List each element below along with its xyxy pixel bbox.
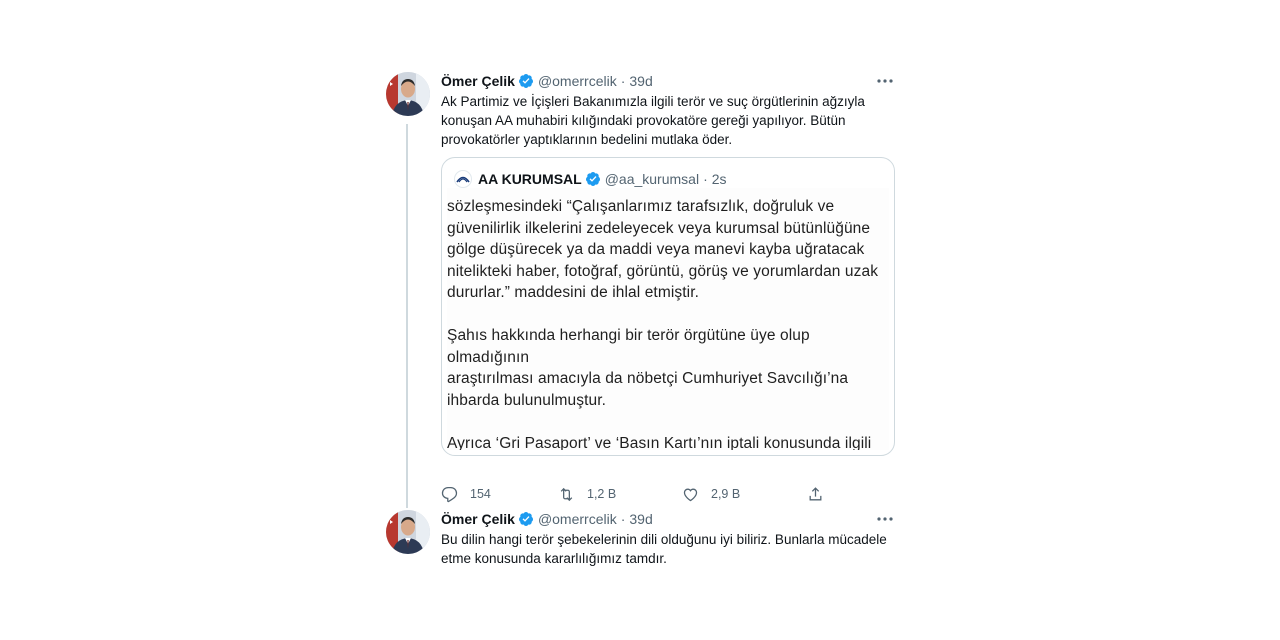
tweet[interactable]: Ömer Çelik @omerrcelik · 39d Ak Partimiz… xyxy=(386,72,898,512)
tweet-actions: 154 1,2 B 2,9 B xyxy=(441,484,841,504)
quoted-tweet-header: AA KURUMSAL @aa_kurumsal · 2s xyxy=(454,170,727,188)
reply-button[interactable]: 154 xyxy=(441,484,491,504)
tweet[interactable]: Ömer Çelik @omerrcelik · 39d Bu dilin ha… xyxy=(386,510,898,580)
heart-icon xyxy=(683,488,698,501)
avatar[interactable] xyxy=(386,72,430,116)
more-options-icon[interactable] xyxy=(874,71,896,91)
tweet-timestamp[interactable]: 39d xyxy=(629,73,652,89)
separator-dot: · xyxy=(620,73,626,89)
retweet-button[interactable]: 1,2 B xyxy=(558,484,616,504)
author-name[interactable]: Ömer Çelik xyxy=(441,511,515,527)
share-button[interactable] xyxy=(807,484,824,504)
author-handle[interactable]: @omerrcelik xyxy=(538,511,617,527)
avatar[interactable] xyxy=(386,510,430,554)
statement-image-text: sözleşmesindeki “Çalışanlarımız tarafsız… xyxy=(447,198,879,450)
quoted-author-handle[interactable]: @aa_kurumsal xyxy=(605,171,699,187)
retweet-count: 1,2 B xyxy=(587,487,617,501)
verified-badge-icon xyxy=(585,172,600,186)
avatar-image xyxy=(386,72,430,116)
reply-count: 154 xyxy=(470,487,491,501)
verified-badge-icon xyxy=(518,74,533,88)
quoted-tweet-timestamp[interactable]: 2s xyxy=(712,171,727,187)
tweet-text: Ak Partimiz ve İçişleri Bakanımızla ilgi… xyxy=(441,94,865,147)
quoted-author-name[interactable]: AA KURUMSAL xyxy=(478,171,582,187)
separator-dot: · xyxy=(620,511,626,527)
tweet-timestamp[interactable]: 39d xyxy=(629,511,652,527)
quoted-tweet-card[interactable]: AA KURUMSAL @aa_kurumsal · 2s sözleşmesi… xyxy=(441,157,895,456)
tweet-text: Bu dilin hangi terör şebekelerinin dili … xyxy=(441,532,887,566)
verified-badge-icon xyxy=(518,512,533,526)
retweet-icon xyxy=(560,487,573,501)
author-name[interactable]: Ömer Çelik xyxy=(441,73,515,89)
separator-dot: · xyxy=(703,171,708,187)
tweet-header: Ömer Çelik @omerrcelik · 39d xyxy=(441,72,898,90)
more-options-icon[interactable] xyxy=(874,509,896,529)
aa-logo-icon xyxy=(454,170,472,188)
like-button[interactable]: 2,9 B xyxy=(682,484,740,504)
reply-icon xyxy=(441,486,458,502)
author-handle[interactable]: @omerrcelik xyxy=(538,73,617,89)
quoted-tweet-image[interactable]: sözleşmesindeki “Çalışanlarımız tarafsız… xyxy=(447,188,889,450)
share-icon xyxy=(809,486,822,500)
like-count: 2,9 B xyxy=(711,487,741,501)
avatar-image xyxy=(386,510,430,554)
tweet-header: Ömer Çelik @omerrcelik · 39d xyxy=(441,510,898,528)
